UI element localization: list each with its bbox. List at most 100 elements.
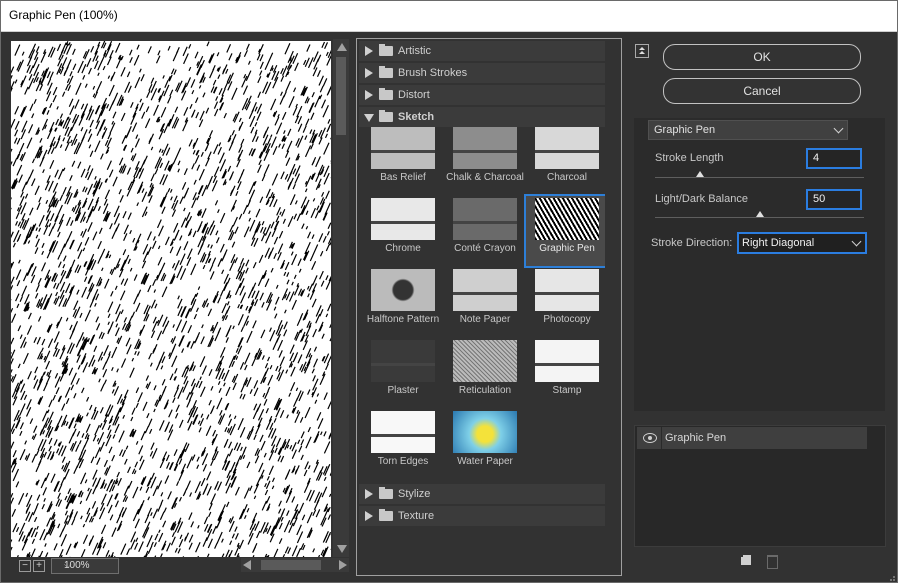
folder-label: Texture — [398, 510, 435, 522]
filter-thumb-label: Graphic Pen — [539, 243, 595, 254]
folder-sketch[interactable]: Sketch — [359, 107, 605, 127]
filter-thumbnail-image — [453, 340, 517, 382]
eye-visibility-icon[interactable] — [643, 433, 657, 443]
filter-thumbnail-image — [453, 127, 517, 169]
cancel-button[interactable]: Cancel — [663, 78, 861, 104]
zoom-in-button[interactable]: + — [33, 560, 45, 572]
zoom-select[interactable]: 100% ⌵ — [51, 558, 119, 574]
folder-artistic[interactable]: Artistic — [359, 41, 605, 61]
filter-thumb-label: Bas Relief — [380, 172, 426, 183]
filter-thumbnail-image — [535, 127, 599, 169]
preview-canvas[interactable] — [11, 41, 331, 557]
folder-icon — [379, 66, 393, 78]
folder-label: Brush Strokes — [398, 67, 468, 79]
preview-horizontal-scrollbar[interactable] — [241, 558, 349, 572]
effect-layer-row[interactable]: Graphic Pen — [637, 427, 867, 449]
window-title: Graphic Pen (100%) — [9, 8, 118, 22]
folder-texture[interactable]: Texture — [359, 506, 605, 526]
folder-label: Sketch — [398, 111, 435, 123]
ok-button[interactable]: OK — [663, 44, 861, 70]
stroke-length-label: Stroke Length — [655, 152, 724, 164]
filter-thumb-torn-edges[interactable]: Torn Edges — [362, 409, 444, 479]
stroke-length-slider-handle[interactable] — [695, 171, 704, 177]
effect-layer-label: Graphic Pen — [665, 432, 727, 444]
scroll-left-arrow-icon[interactable] — [243, 560, 251, 570]
filter-thumb-label: Water Paper — [457, 456, 513, 467]
expand-triangle-icon — [365, 46, 373, 56]
collapse-triangle-icon — [364, 114, 374, 122]
resize-grip-icon[interactable] — [886, 572, 896, 582]
horizontal-scrollbar-thumb[interactable] — [261, 560, 321, 570]
filter-gallery: Artistic Brush Strokes Distort Sketch Ba… — [356, 38, 622, 576]
filter-thumb-chrome[interactable]: Chrome — [362, 196, 444, 266]
scroll-up-arrow-icon[interactable] — [337, 43, 347, 51]
filter-thumb-chalk-charcoal[interactable]: Chalk & Charcoal — [444, 125, 526, 195]
filter-select[interactable]: Graphic Pen — [648, 120, 848, 140]
filter-thumb-halftone-pattern[interactable]: Halftone Pattern — [362, 267, 444, 337]
filter-thumbnail-image — [453, 269, 517, 311]
filter-thumb-stamp[interactable]: Stamp — [526, 338, 608, 408]
folder-icon — [379, 110, 393, 122]
folder-distort[interactable]: Distort — [359, 85, 605, 105]
folder-label: Artistic — [398, 45, 431, 57]
collapse-gallery-icon[interactable] — [635, 44, 649, 58]
stroke-direction-select[interactable]: Right Diagonal — [737, 232, 867, 254]
filter-thumbnail-image — [535, 269, 599, 311]
filter-select-value: Graphic Pen — [654, 124, 716, 136]
light-dark-balance-slider-track[interactable] — [655, 217, 864, 218]
folder-stylize[interactable]: Stylize — [359, 484, 605, 504]
filter-thumb-label: Charcoal — [546, 172, 588, 183]
scrollbar-thumb[interactable] — [336, 57, 346, 135]
preview-bottom-bar: − + 100% ⌵ — [11, 558, 349, 574]
expand-triangle-icon — [365, 511, 373, 521]
preview-vertical-scrollbar[interactable] — [333, 39, 349, 557]
folder-icon — [379, 509, 393, 521]
scroll-right-arrow-icon[interactable] — [339, 560, 347, 570]
divider — [661, 427, 662, 449]
chevron-down-icon: ⌵ — [64, 560, 72, 571]
filter-thumb-label: Torn Edges — [377, 456, 429, 467]
filter-thumb-graphic-pen[interactable]: Graphic Pen — [524, 194, 610, 268]
filter-thumb-label: Chalk & Charcoal — [446, 172, 524, 183]
light-dark-balance-value: 50 — [813, 193, 826, 205]
title-bar: Graphic Pen (100%) — [0, 0, 898, 32]
light-dark-balance-input[interactable]: 50 — [806, 189, 862, 210]
folder-icon — [379, 88, 393, 100]
filter-thumb-cont-crayon[interactable]: Conté Crayon — [444, 196, 526, 266]
stroke-length-value: 4 — [813, 152, 820, 164]
filter-thumb-plaster[interactable]: Plaster — [362, 338, 444, 408]
filter-thumb-charcoal[interactable]: Charcoal — [526, 125, 608, 195]
filter-thumb-photocopy[interactable]: Photocopy — [526, 267, 608, 337]
filter-thumb-note-paper[interactable]: Note Paper — [444, 267, 526, 337]
filter-thumb-reticulation[interactable]: Reticulation — [444, 338, 526, 408]
filter-thumbnail-image — [371, 269, 435, 311]
filter-thumb-label: Halftone Pattern — [366, 314, 440, 325]
light-dark-balance-slider-handle[interactable] — [755, 211, 764, 217]
filter-thumbnail-image — [371, 127, 435, 169]
expand-triangle-icon — [365, 68, 373, 78]
zoom-out-button[interactable]: − — [19, 560, 31, 572]
filter-thumbnail-image — [371, 198, 435, 240]
filter-thumbnail-image — [453, 198, 517, 240]
filter-thumb-label: Plaster — [387, 385, 419, 396]
filter-thumbnail-image — [535, 340, 599, 382]
expand-triangle-icon — [365, 90, 373, 100]
scroll-down-arrow-icon[interactable] — [337, 545, 347, 553]
light-dark-balance-label: Light/Dark Balance — [655, 193, 748, 205]
pen-strokes — [11, 41, 331, 557]
filter-thumb-water-paper[interactable]: Water Paper — [444, 409, 526, 479]
expand-triangle-icon — [365, 489, 373, 499]
gallery-scrollbar[interactable] — [605, 39, 621, 575]
new-effect-layer-icon[interactable] — [739, 553, 751, 565]
filter-thumb-label: Note Paper — [459, 314, 511, 325]
filter-thumbnail-image — [371, 340, 435, 382]
filter-thumb-label: Chrome — [385, 243, 421, 254]
filter-thumb-label: Reticulation — [458, 385, 512, 396]
stroke-length-input[interactable]: 4 — [806, 148, 862, 169]
folder-brush-strokes[interactable]: Brush Strokes — [359, 63, 605, 83]
delete-effect-layer-icon[interactable] — [767, 555, 778, 569]
stroke-direction-label: Stroke Direction: — [651, 237, 733, 249]
stroke-length-slider-track[interactable] — [655, 177, 864, 178]
filter-thumbnail-image — [453, 411, 517, 453]
filter-thumb-bas-relief[interactable]: Bas Relief — [362, 125, 444, 195]
